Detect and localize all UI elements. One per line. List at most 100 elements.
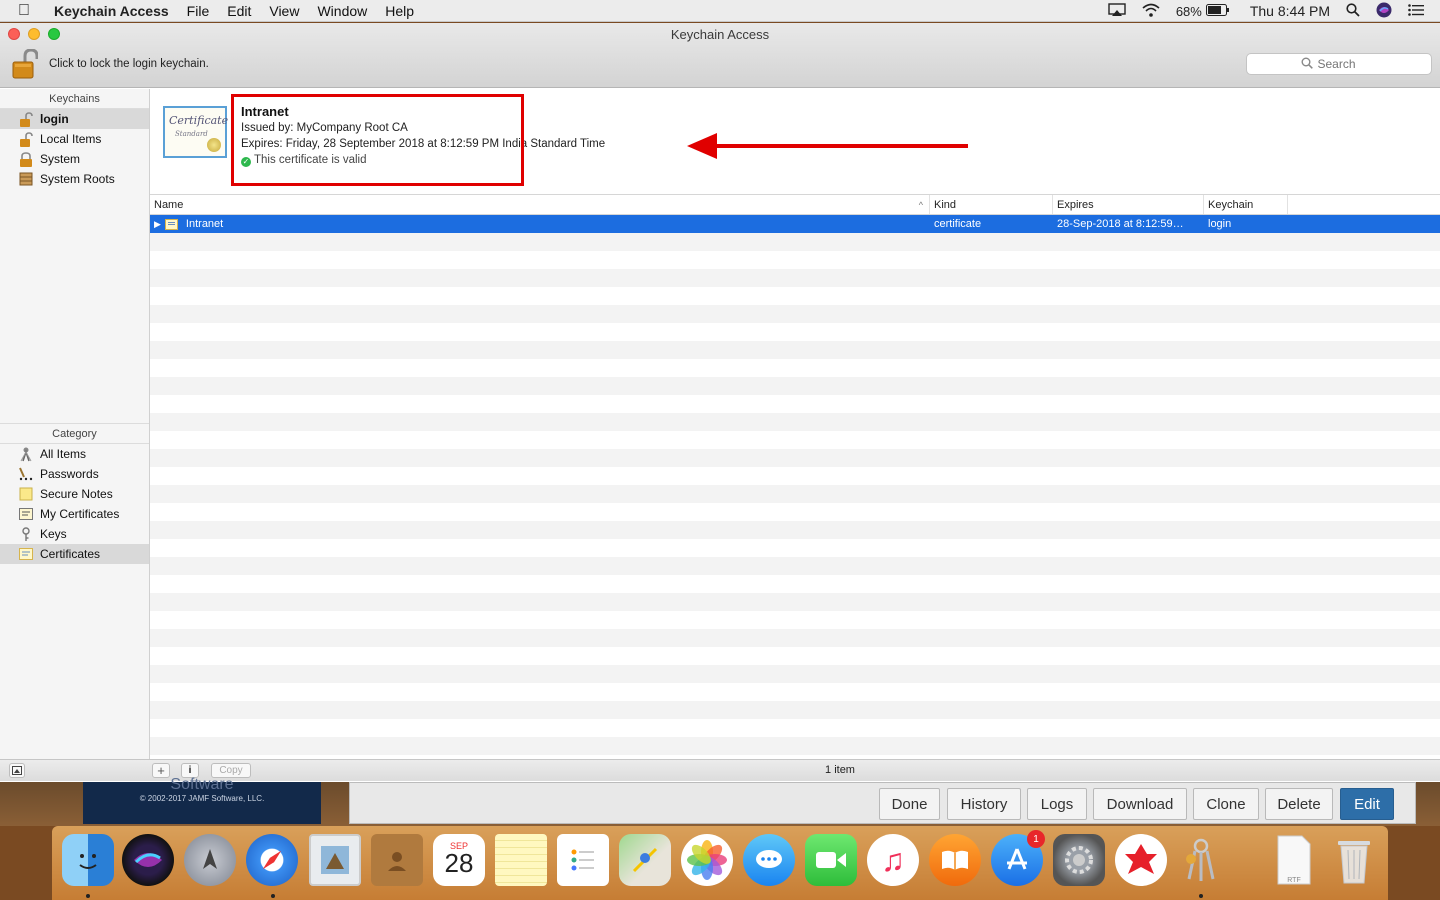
sidebar-item-label: Secure Notes xyxy=(40,487,113,501)
menu-window[interactable]: Window xyxy=(317,3,367,19)
sidebar-item-label: All Items xyxy=(40,447,87,461)
reminders-icon[interactable] xyxy=(557,834,609,886)
mail-stamp-icon[interactable] xyxy=(309,834,361,886)
sidebar-item-local-items[interactable]: Local Items xyxy=(0,129,149,149)
done-button[interactable]: Done xyxy=(879,788,940,820)
sidebar-item-secure-notes[interactable]: Secure Notes xyxy=(0,484,149,504)
photos-icon[interactable] xyxy=(681,834,733,886)
certificate-icon xyxy=(164,218,178,230)
table-header: Name ^ Kind Expires Keychain xyxy=(150,195,1440,215)
sidebar-item-system-roots[interactable]: System Roots xyxy=(0,169,149,189)
unlocked-padlock-icon[interactable] xyxy=(12,48,39,79)
empty-table-row xyxy=(150,449,1440,467)
empty-table-row xyxy=(150,485,1440,503)
unlocked-padlock-icon xyxy=(18,111,34,127)
itunes-icon[interactable]: ♫ xyxy=(867,834,919,886)
sidebar-item-all-items[interactable]: All Items xyxy=(0,444,149,464)
apple-menu-icon[interactable]:  xyxy=(18,2,40,20)
unlocked-padlock-icon xyxy=(18,131,34,147)
empty-table-row xyxy=(150,629,1440,647)
note-icon xyxy=(18,486,34,502)
notification-center-icon[interactable] xyxy=(1408,3,1424,19)
facetime-icon[interactable] xyxy=(805,834,857,886)
wifi-icon[interactable] xyxy=(1142,3,1160,20)
safari-icon[interactable] xyxy=(246,834,298,886)
seal-icon xyxy=(207,138,221,152)
password-icon xyxy=(18,466,34,482)
column-header-name[interactable]: Name ^ xyxy=(150,195,930,214)
siri-icon[interactable] xyxy=(1376,2,1392,21)
airplay-icon[interactable] xyxy=(1108,2,1126,20)
sidebar-item-passwords[interactable]: Passwords xyxy=(0,464,149,484)
menu-file[interactable]: File xyxy=(187,3,210,19)
battery-percent[interactable]: 68% xyxy=(1176,4,1202,19)
maps-icon[interactable] xyxy=(619,834,671,886)
cabinet-icon xyxy=(18,171,34,187)
cell-keychain: login xyxy=(1208,218,1232,230)
running-indicator xyxy=(1199,894,1203,898)
app-store-icon[interactable]: 1 xyxy=(991,830,1045,886)
disclosure-triangle-icon[interactable]: ▶ xyxy=(154,219,161,230)
keychain-access-icon[interactable] xyxy=(1175,834,1227,886)
system-preferences-icon[interactable] xyxy=(1053,834,1105,886)
my-certificate-icon xyxy=(18,506,34,522)
clock[interactable]: Thu 8:44 PM xyxy=(1250,3,1330,19)
copyright-text: © 2002-2017 JAMF Software, LLC. xyxy=(139,794,265,803)
certificate-badge-icon: Certificate Standard xyxy=(163,106,228,158)
search-field[interactable] xyxy=(1246,53,1432,75)
trash-icon[interactable] xyxy=(1328,834,1380,886)
finder-icon[interactable] xyxy=(62,834,114,886)
contacts-book-icon[interactable] xyxy=(371,834,423,886)
empty-table-row xyxy=(150,323,1440,341)
window-title: Keychain Access xyxy=(670,27,770,42)
category-header: Category xyxy=(0,424,149,444)
menu-help[interactable]: Help xyxy=(385,3,414,19)
battery-icon[interactable] xyxy=(1205,3,1230,19)
messages-icon[interactable] xyxy=(743,834,795,886)
spotlight-search-icon[interactable] xyxy=(1346,2,1360,20)
column-header-keychain[interactable]: Keychain xyxy=(1204,195,1288,214)
siri-icon[interactable] xyxy=(122,834,174,886)
category-section: Category All Items Passwords Secure Note… xyxy=(0,423,149,564)
edit-button[interactable]: Edit xyxy=(1340,788,1394,820)
empty-table-row xyxy=(150,575,1440,593)
sidebar-item-certificates[interactable]: Certificates xyxy=(0,544,149,564)
sidebar-item-login[interactable]: login xyxy=(0,109,149,129)
lock-keychain-label[interactable]: Click to lock the login keychain. xyxy=(49,58,209,70)
empty-table-row xyxy=(150,233,1440,251)
launchpad-icon[interactable] xyxy=(184,834,236,886)
logs-button[interactable]: Logs xyxy=(1027,788,1087,820)
cell-kind: certificate xyxy=(934,218,982,230)
sidebar-item-label: Local Items xyxy=(40,132,102,146)
sidebar: Keychains login Local Items System Syste… xyxy=(0,89,150,759)
search-input[interactable] xyxy=(1317,57,1378,71)
menu-view[interactable]: View xyxy=(269,3,299,19)
calendar-icon[interactable]: SEP 28 xyxy=(433,834,485,886)
ibooks-icon[interactable] xyxy=(929,834,981,886)
history-button[interactable]: History xyxy=(947,788,1021,820)
delete-button[interactable]: Delete xyxy=(1265,788,1333,820)
sidebar-item-system[interactable]: System xyxy=(0,149,149,169)
sidebar-item-my-certificates[interactable]: My Certificates xyxy=(0,504,149,524)
running-indicator xyxy=(271,894,275,898)
column-header-kind[interactable]: Kind xyxy=(930,195,1053,214)
clone-button[interactable]: Clone xyxy=(1193,788,1259,820)
empty-table-row xyxy=(150,539,1440,557)
empty-table-row xyxy=(150,305,1440,323)
app-menu[interactable]: Keychain Access xyxy=(54,3,169,19)
rtf-label: RTF xyxy=(1287,877,1301,884)
notes-icon[interactable] xyxy=(495,834,547,886)
rtf-document-icon[interactable]: RTF xyxy=(1268,834,1320,886)
sort-ascending-icon: ^ xyxy=(918,199,923,210)
empty-table-row xyxy=(150,395,1440,413)
table-row[interactable]: ▶ Intranet certificate 28-Sep-2018 at 8:… xyxy=(150,215,1440,233)
empty-table-row xyxy=(150,593,1440,611)
sidebar-item-keys[interactable]: Keys xyxy=(0,524,149,544)
column-header-expires[interactable]: Expires xyxy=(1053,195,1204,214)
cell-name: ▶ Intranet xyxy=(154,218,224,230)
self-service-icon[interactable] xyxy=(1115,834,1167,886)
download-button[interactable]: Download xyxy=(1093,788,1187,820)
empty-table-row xyxy=(150,683,1440,701)
items-table: Name ^ Kind Expires Keychain ▶ Intranet … xyxy=(150,195,1440,759)
menu-edit[interactable]: Edit xyxy=(227,3,251,19)
